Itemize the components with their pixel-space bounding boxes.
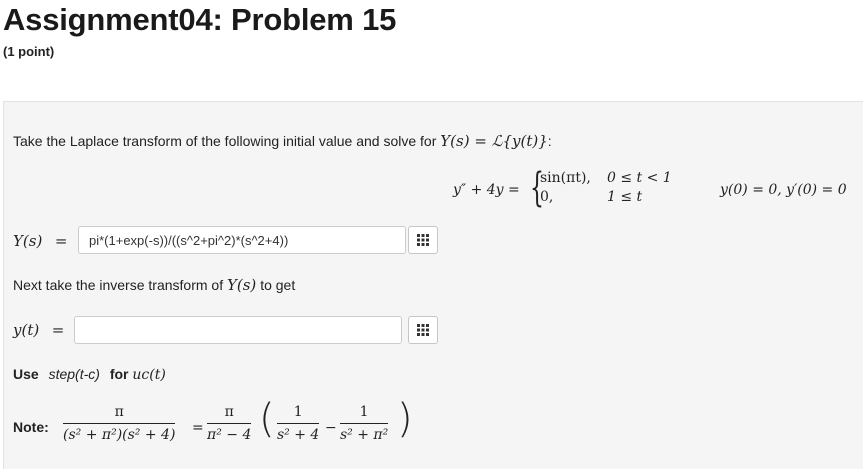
case1-cond: 0 ≤ t < 1 <box>607 170 672 186</box>
use-label: Use <box>13 366 39 382</box>
intro-math: Y(s) = ℒ{y(t)} <box>440 132 548 150</box>
y-equals: = <box>51 321 65 339</box>
problem-panel: Take the Laplace transform of the follow… <box>3 101 863 469</box>
note-formula: Note: π (s² + π²)(s² + 4) = π π² − 4 ( 1… <box>13 396 453 462</box>
grid-icon <box>417 324 429 336</box>
page: Assignment04: Problem 15 (1 point) Take … <box>0 0 863 469</box>
note-frac4: 1 s² + π² <box>340 404 389 443</box>
y-label-row: y(t) = <box>13 321 64 339</box>
case1-expr: sin(πt), <box>540 170 591 186</box>
grid-icon <box>417 234 429 246</box>
note-frac2-num: π <box>224 404 234 420</box>
note-frac2-den: π² − 4 <box>207 423 252 443</box>
note-minus: − <box>325 420 337 436</box>
note-frac3: 1 s² + 4 <box>277 404 320 443</box>
note-frac2: π π² − 4 <box>207 404 252 443</box>
points-label: (1 point) <box>3 44 55 59</box>
note-frac1-num: π <box>114 404 124 420</box>
note-label: Note: <box>13 419 49 435</box>
y-label: y(t) <box>13 321 40 339</box>
left-paren: ( <box>259 396 275 442</box>
right-paren: ) <box>397 396 413 442</box>
use-code: step(t-c) <box>48 366 100 382</box>
Y-label-row: Y(s) = <box>13 232 67 250</box>
case2-cond: 1 ≤ t <box>607 189 643 205</box>
next-suffix: to get <box>260 277 296 293</box>
equation-editor-button-2[interactable] <box>408 316 438 344</box>
use-hint: Use step(t-c) for uc(t) <box>13 366 166 383</box>
answer-y-input[interactable] <box>74 316 402 344</box>
intro-colon: : <box>547 133 552 149</box>
ode-lhs: y″ + 4y = <box>453 182 520 198</box>
use-math: uc(t) <box>132 367 166 383</box>
intro-text: Take the Laplace transform of the follow… <box>13 133 437 149</box>
next-math: Y(s) <box>226 276 257 294</box>
case2-expr: 0, <box>540 189 554 205</box>
next-text: Next take the inverse transform of <box>13 277 224 293</box>
note-frac3-num: 1 <box>293 404 303 420</box>
Y-label: Y(s) <box>13 232 43 250</box>
note-frac4-den: s² + π² <box>340 423 389 443</box>
next-line: Next take the inverse transform of Y(s) … <box>13 276 295 294</box>
Y-equals: = <box>54 232 68 250</box>
answer-Y-input[interactable] <box>78 226 406 254</box>
note-frac4-num: 1 <box>359 404 369 420</box>
equation-editor-button[interactable] <box>408 226 438 254</box>
note-equals: = <box>192 420 204 436</box>
note-frac3-den: s² + 4 <box>277 423 320 443</box>
intro-line: Take the Laplace transform of the follow… <box>13 132 552 150</box>
note-frac1-den: (s² + π²)(s² + 4) <box>63 423 176 443</box>
note-frac1: π (s² + π²)(s² + 4) <box>63 404 176 443</box>
use-for: for <box>109 366 129 382</box>
page-title: Assignment04: Problem 15 <box>3 2 397 37</box>
initial-conditions: y(0) = 0, y′(0) = 0 <box>720 182 847 198</box>
